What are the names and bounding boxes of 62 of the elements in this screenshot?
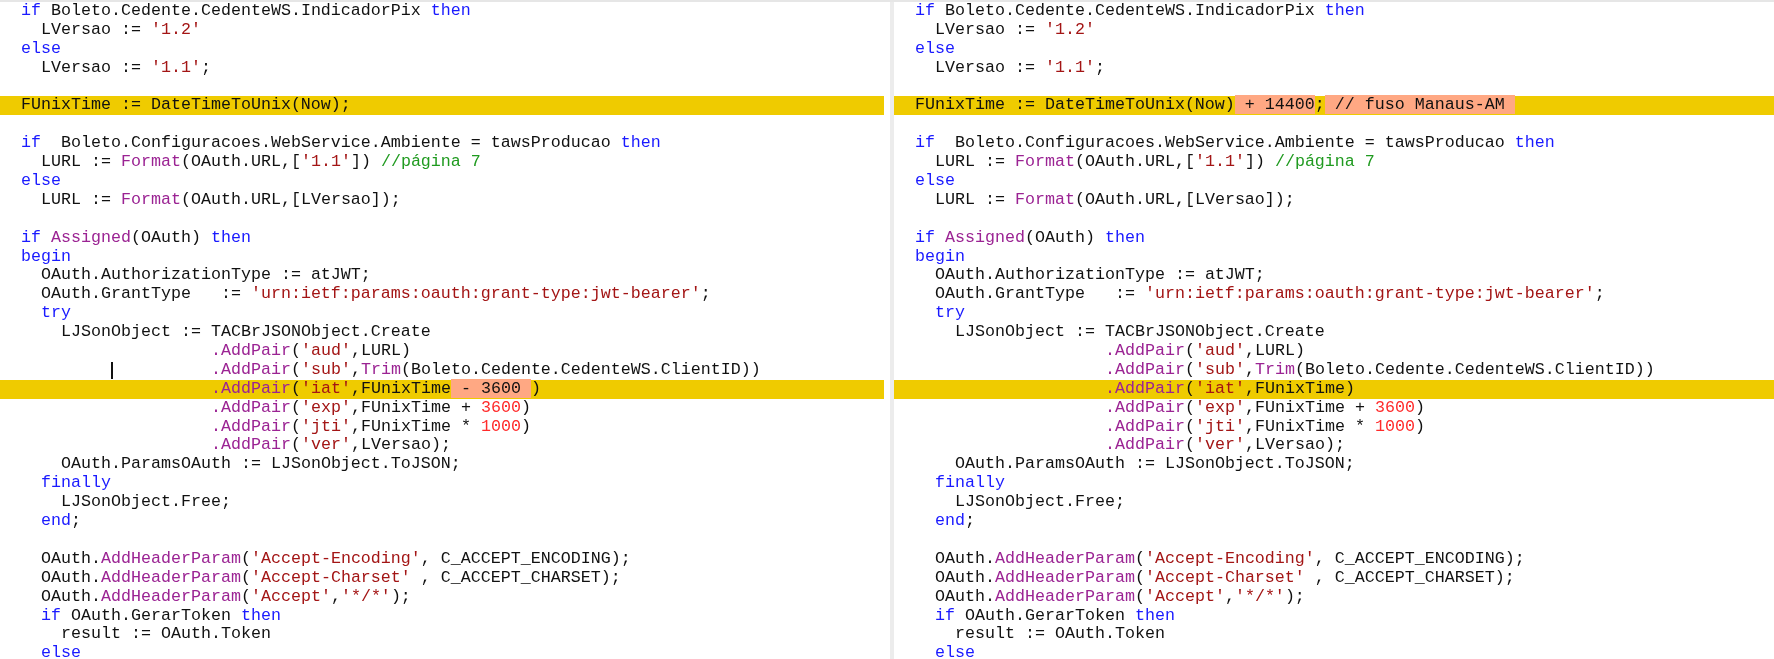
code-line: OAuth.AddHeaderParam('Accept-Charset' , C_ACCEPT_CHARSET); (934, 568, 1515, 588)
code-line: .AddPair('jti',FUnixTime * 1000) (210, 417, 531, 437)
code-line: LURL := Format(OAuth.URL,['1.1']) //página 7 (40, 153, 481, 172)
code-line: else (20, 172, 61, 191)
code-line: .AddPair('aud',LURL) (1104, 342, 1305, 361)
code-line: result := OAuth.Token (60, 625, 271, 645)
code-line: LJSonObject.Free; (954, 493, 1125, 513)
code-line: .AddPair('sub',Trim(Boleto.Cedente.CedenteWS.ClientID)) (210, 360, 761, 380)
code-line: else (20, 39, 61, 59)
code-line: end; (40, 512, 81, 531)
code-line: OAuth.ParamsOAuth := LJSonObject.ToJSON; (60, 455, 461, 475)
code-line: .AddPair('iat',FUnixTime) (1104, 379, 1355, 399)
code-line: OAuth.AddHeaderParam('Accept-Encoding', C_ACCEPT_ENCODING); (934, 549, 1525, 569)
code-line: else (40, 644, 81, 659)
code-line: if Boleto.Cedente.CedenteWS.IndicadorPix then (20, 2, 471, 21)
code-line: FUnixTime := DateTimeToUnix(Now) + 14400; // fuso Manaus-AM (894, 96, 1515, 116)
code-line: LVersao := '1.1'; (40, 58, 211, 78)
code-line: .AddPair('iat',FUnixTime - 3600 ) (210, 379, 541, 399)
code-line: if Boleto.Configuracoes.WebService.Ambiente = tawsProducao then (20, 134, 661, 154)
code-line: OAuth.AddHeaderParam('Accept','*/*'); (40, 587, 411, 607)
code-line: OAuth.AddHeaderParam('Accept','*/*'); (934, 587, 1305, 607)
code-line: else (914, 39, 955, 59)
code-line: LVersao := '1.1'; (934, 58, 1105, 78)
code-line: .AddPair('ver',LVersao); (210, 436, 451, 456)
code-line: try (40, 304, 71, 324)
code-line: .AddPair('ver',LVersao); (1104, 436, 1345, 456)
code-line: OAuth.GrantType := 'urn:ietf:params:oauth:grant-type:jwt-bearer'; (934, 285, 1605, 305)
code-line: .AddPair('sub',Trim(Boleto.Cedente.CedenteWS.ClientID)) (1104, 360, 1655, 380)
code-line: LURL := Format(OAuth.URL,[LVersao]); (40, 190, 401, 210)
code-line: finally (40, 474, 111, 494)
code-line: .AddPair('exp',FUnixTime + 3600) (210, 398, 531, 418)
code-line: begin (20, 247, 71, 267)
code-line: LJSonObject := TACBrJSONObject.Create (954, 323, 1325, 343)
code-line: OAuth.AuthorizationType := atJWT; (40, 266, 371, 286)
code-line: OAuth.AuthorizationType := atJWT; (934, 266, 1265, 286)
code-line: FUnixTime := DateTimeToUnix(Now); (20, 96, 351, 116)
code-line: LVersao := '1.2' (40, 20, 201, 40)
code-line: OAuth.ParamsOAuth := LJSonObject.ToJSON; (954, 455, 1355, 475)
code-line: result := OAuth.Token (954, 625, 1165, 645)
code-line: LVersao := '1.2' (934, 20, 1095, 40)
code-line: if OAuth.GerarToken then (40, 606, 281, 626)
code-line: end; (934, 512, 975, 531)
code-line: LJSonObject := TACBrJSONObject.Create (60, 323, 431, 343)
code-line: LURL := Format(OAuth.URL,[LVersao]); (934, 190, 1295, 210)
code-line: OAuth.GrantType := 'urn:ietf:params:oauth:grant-type:jwt-bearer'; (40, 285, 711, 305)
code-line: OAuth.AddHeaderParam('Accept-Encoding', C_ACCEPT_ENCODING); (40, 549, 631, 569)
code-line: if Boleto.Cedente.CedenteWS.IndicadorPix then (914, 2, 1365, 21)
code-line: else (914, 172, 955, 191)
code-line: if Assigned(OAuth) then (914, 228, 1145, 248)
code-line: LURL := Format(OAuth.URL,['1.1']) //página 7 (934, 153, 1375, 172)
code-line: if OAuth.GerarToken then (934, 606, 1175, 626)
code-line: OAuth.AddHeaderParam('Accept-Charset' , C_ACCEPT_CHARSET); (40, 568, 621, 588)
code-line: finally (934, 474, 1005, 494)
code-line: begin (914, 247, 965, 267)
code-line: if Boleto.Configuracoes.WebService.Ambiente = tawsProducao then (914, 134, 1555, 154)
code-line: else (934, 644, 975, 659)
code-line: .AddPair('jti',FUnixTime * 1000) (1104, 417, 1425, 437)
code-line: try (934, 304, 965, 324)
code-line: .AddPair('exp',FUnixTime + 3600) (1104, 398, 1425, 418)
code-line: if Assigned(OAuth) then (20, 228, 251, 248)
code-line: LJSonObject.Free; (60, 493, 231, 513)
code-line: .AddPair('aud',LURL) (210, 342, 411, 361)
